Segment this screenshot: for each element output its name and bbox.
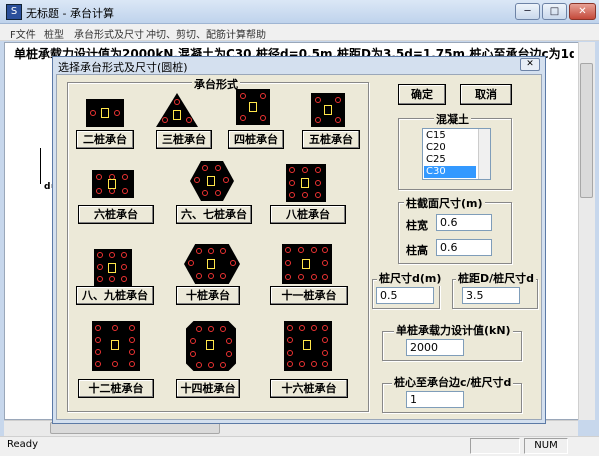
cap-button-10[interactable]: 十桩承台	[176, 286, 240, 305]
dialog-close-button[interactable]: ✕	[520, 58, 540, 71]
maximize-button[interactable]: □	[542, 3, 567, 20]
edge-distance-input[interactable]: 1	[406, 391, 464, 408]
menu-file[interactable]: F文件	[10, 26, 36, 41]
cap-form-title: 承台形式	[192, 76, 240, 92]
pile-capacity-label: 单桩承载力设计值(kN)	[394, 322, 513, 338]
concrete-option[interactable]: C15	[424, 130, 476, 142]
close-button[interactable]: ✕	[569, 3, 596, 20]
menu-punch-shear-rebar[interactable]: 冲切、剪切、配筋计算	[146, 26, 246, 41]
cap-button-6-7[interactable]: 六、七桩承台	[176, 205, 252, 224]
cancel-button[interactable]: 取消	[460, 84, 512, 105]
cap-button-14[interactable]: 十四桩承台	[176, 379, 240, 398]
cap-diagram-8	[286, 164, 326, 202]
app-icon: S	[6, 4, 22, 20]
cap-button-4[interactable]: 四桩承台	[228, 130, 284, 149]
status-num: NUM	[524, 438, 568, 454]
minimize-button[interactable]: ─	[515, 3, 540, 20]
status-text: Ready	[7, 439, 39, 450]
concrete-option[interactable]: C25	[424, 154, 476, 166]
column-height-input[interactable]: 0.6	[436, 239, 492, 256]
pile-capacity-input[interactable]: 2000	[406, 339, 464, 356]
cap-diagram-8-9	[94, 249, 132, 287]
cap-diagram-2	[86, 99, 124, 127]
pile-spacing-input[interactable]: 3.5	[462, 287, 520, 304]
cap-button-12[interactable]: 十二桩承台	[78, 379, 154, 398]
pile-size-input[interactable]: 0.5	[376, 287, 434, 304]
cap-diagram-11	[282, 244, 332, 284]
dialog-title: 选择承台形式及尺寸(圆桩)	[58, 61, 188, 74]
cap-diagram-12	[92, 321, 140, 371]
window-title: 无标题 - 承台计算	[26, 7, 114, 20]
vertical-scroll-thumb[interactable]	[580, 63, 593, 198]
cap-button-8-9[interactable]: 八、九桩承台	[76, 286, 154, 305]
pile-size-label: 桩尺寸d(m)	[377, 270, 444, 286]
cap-button-6[interactable]: 六桩承台	[78, 205, 154, 224]
concrete-option[interactable]: C20	[424, 142, 476, 154]
concrete-option-selected[interactable]: C30	[424, 166, 476, 178]
cap-diagram-5	[311, 93, 345, 127]
cap-diagram-6	[92, 170, 134, 198]
cap-diagram-4	[236, 89, 270, 125]
cap-button-5[interactable]: 五桩承台	[302, 130, 360, 149]
column-height-label: 柱高	[406, 244, 428, 257]
cap-button-8[interactable]: 八桩承台	[270, 205, 346, 224]
cap-button-3[interactable]: 三桩承台	[156, 130, 212, 149]
cap-diagram-10	[184, 244, 240, 284]
pile-spacing-label: 桩距D/桩尺寸d	[456, 270, 537, 286]
ok-button[interactable]: 确定	[398, 84, 446, 105]
column-section-title: 柱截面尺寸(m)	[404, 195, 485, 211]
menu-pile-type[interactable]: 桩型	[44, 26, 64, 41]
menu-cap-form[interactable]: 承台形式及尺寸	[74, 26, 144, 41]
cap-diagram-16	[284, 321, 332, 371]
cap-diagram-14	[186, 321, 236, 371]
edge-distance-label: 桩心至承台边c/桩尺寸d	[392, 374, 514, 390]
cap-button-11[interactable]: 十一桩承台	[270, 286, 348, 305]
cap-button-16[interactable]: 十六桩承台	[270, 379, 348, 398]
column-width-input[interactable]: 0.6	[436, 214, 492, 231]
cap-button-2[interactable]: 二桩承台	[76, 130, 134, 149]
concrete-list-scrollbar[interactable]	[478, 129, 490, 179]
column-width-label: 柱宽	[406, 219, 428, 232]
status-cell	[470, 438, 520, 454]
concrete-title: 混凝土	[434, 111, 471, 127]
menu-help[interactable]: 帮助	[246, 26, 266, 41]
